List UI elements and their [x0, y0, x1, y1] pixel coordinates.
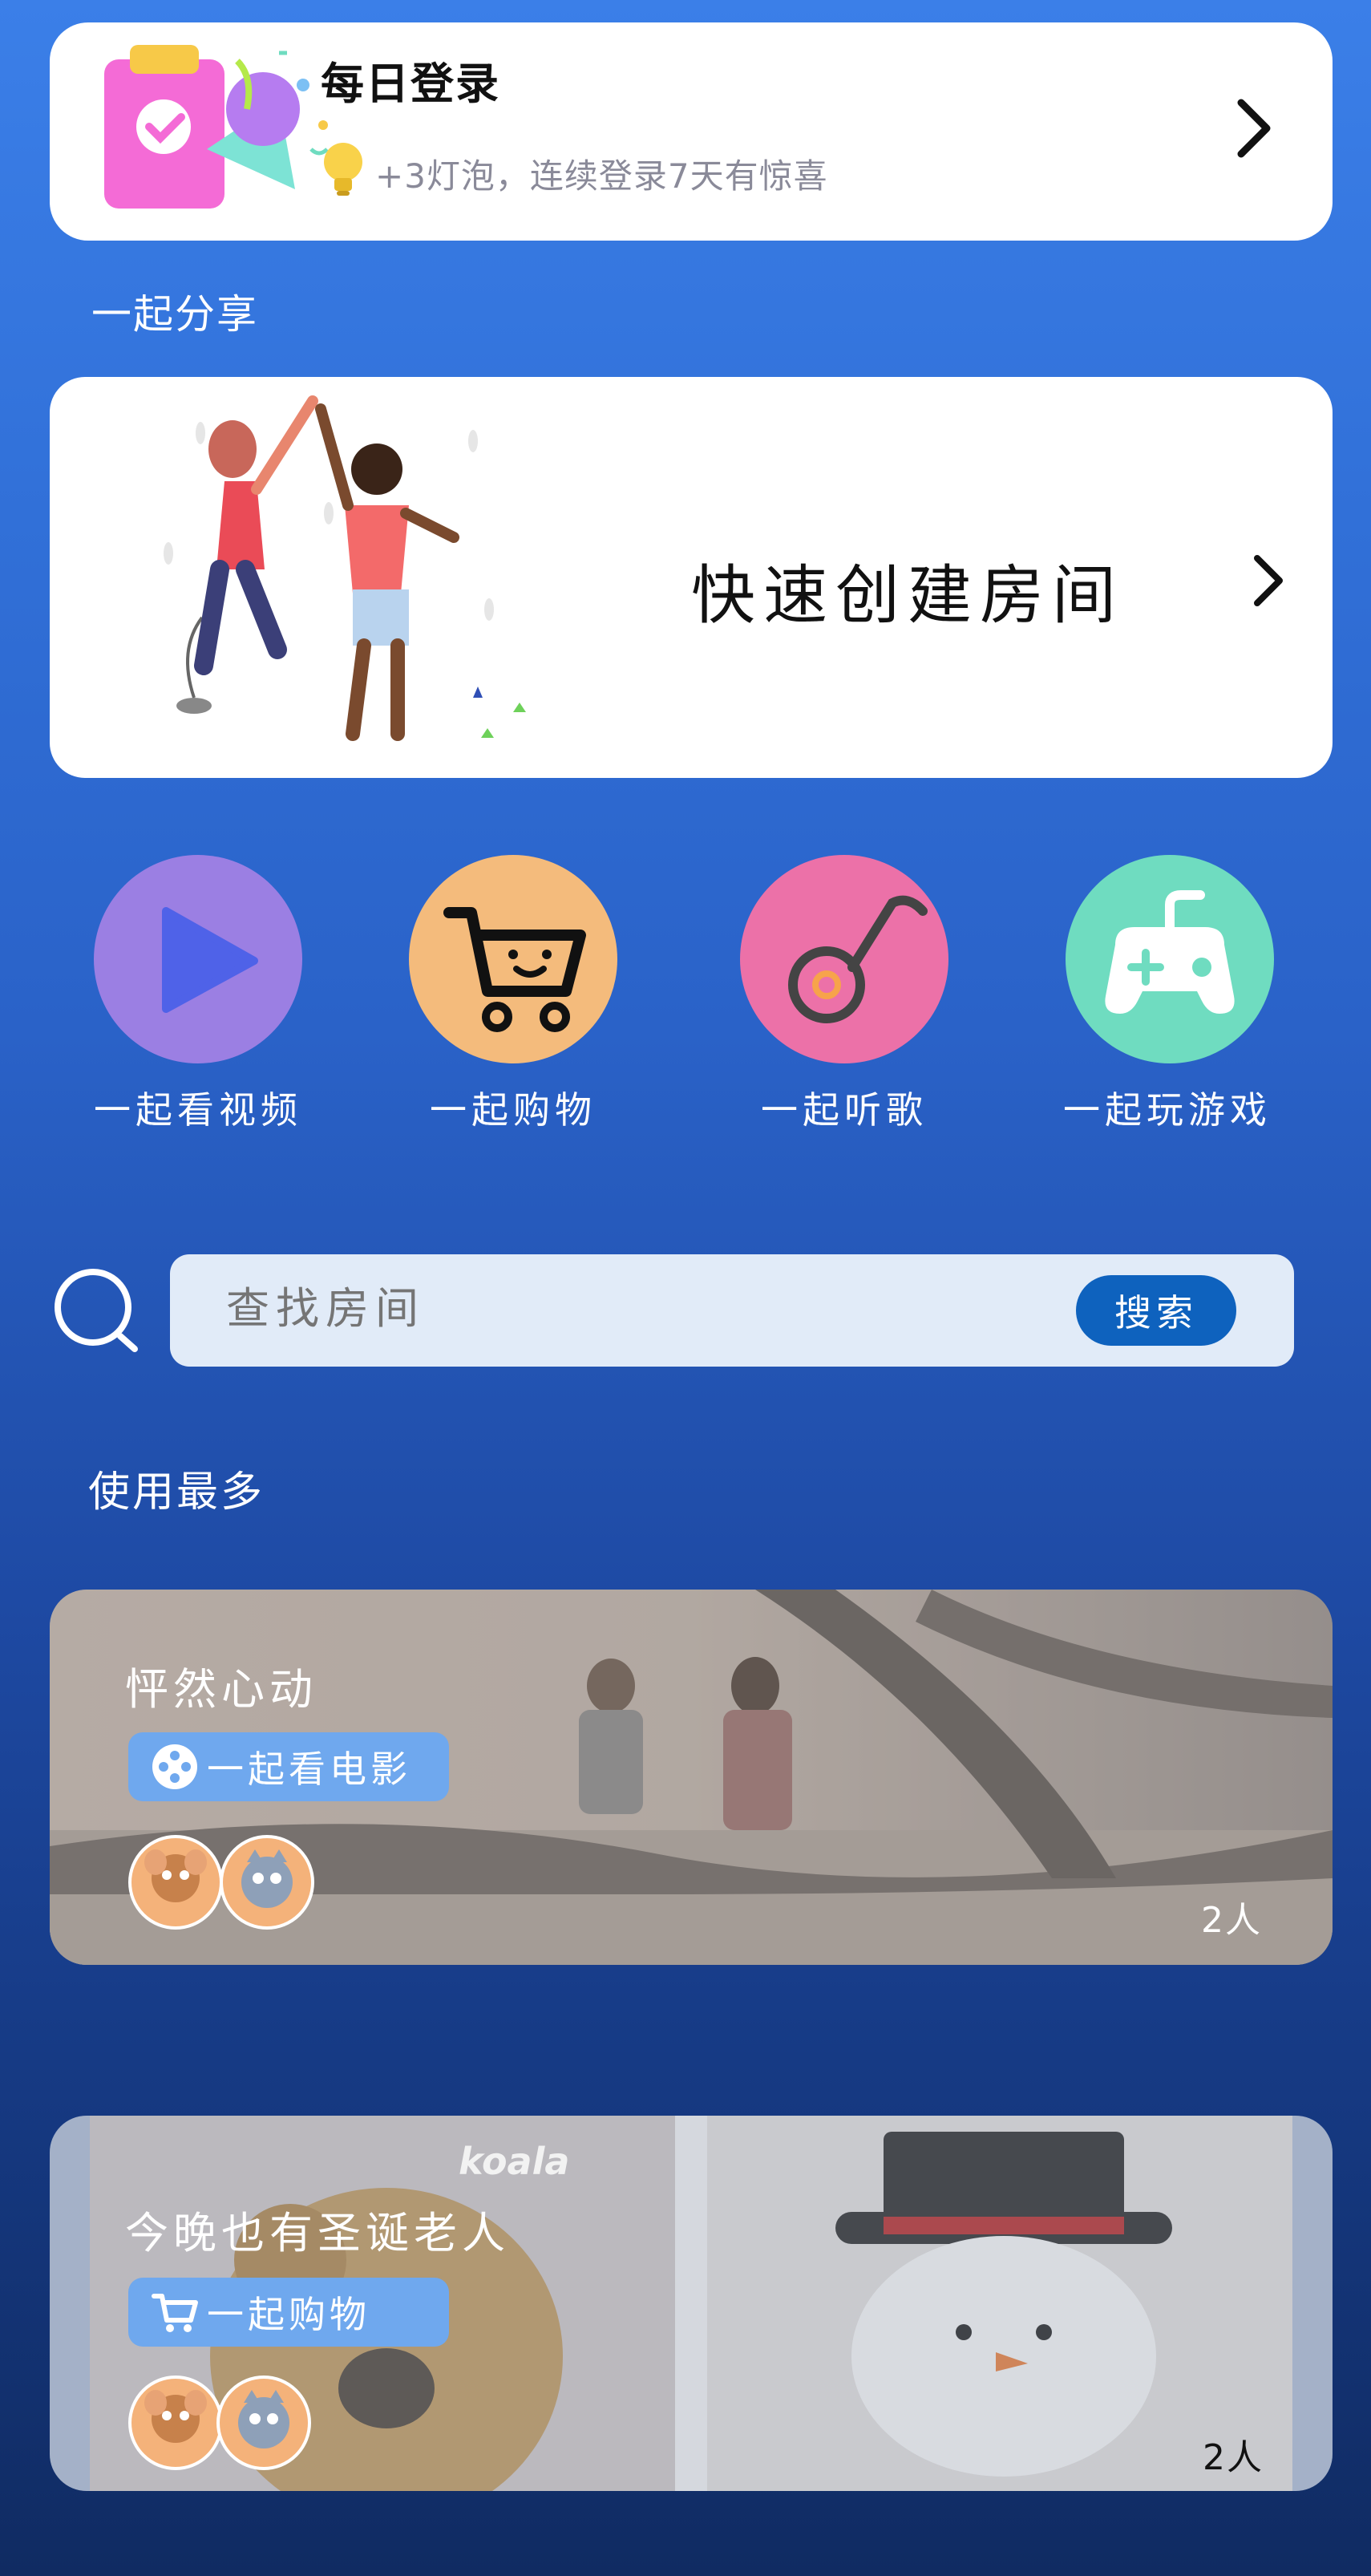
room-tag: 一起购物 — [128, 2278, 449, 2347]
room-tag: 一起看电影 — [128, 1732, 449, 1801]
chevron-right-icon[interactable] — [1251, 552, 1286, 610]
daily-login-subtitle: +3灯泡，连续登录7天有惊喜 — [375, 156, 828, 196]
watch-video-button[interactable] — [94, 855, 302, 1063]
member-count: 2人 — [1201, 1900, 1262, 1941]
shopping-cart-icon — [443, 907, 586, 1032]
film-reel-icon — [152, 1744, 197, 1789]
avatar — [220, 1835, 314, 1930]
room-title: 今晚也有圣诞老人 — [125, 2208, 510, 2258]
member-count: 2人 — [1203, 2437, 1264, 2478]
search-icon[interactable] — [51, 1266, 143, 1355]
listen-music-button[interactable] — [740, 855, 948, 1063]
avatar — [216, 2376, 311, 2470]
play-icon — [162, 907, 258, 1013]
play-games-button[interactable] — [1066, 855, 1274, 1063]
high-five-illustration — [164, 395, 526, 741]
most-used-section-title: 使用最多 — [88, 1468, 265, 1517]
feature-label: 一起购物 — [430, 1088, 597, 1132]
chevron-right-icon[interactable] — [1235, 96, 1275, 160]
koala-watermark: koala — [459, 2140, 570, 2183]
feature-label: 一起听歌 — [761, 1088, 928, 1132]
share-section-title: 一起分享 — [91, 291, 258, 338]
create-room-label[interactable]: 快速创建房间 — [691, 544, 1124, 637]
avatar — [128, 1835, 223, 1930]
room-tag-label: 一起看电影 — [207, 1748, 411, 1791]
gamepad-icon — [1105, 890, 1235, 1014]
feature-label: 一起玩游戏 — [1063, 1088, 1272, 1132]
search-button[interactable]: 搜索 — [1076, 1275, 1236, 1346]
avatar — [128, 2376, 223, 2470]
room-title: 怦然心动 — [125, 1664, 317, 1715]
shopping-together-button[interactable] — [409, 855, 617, 1063]
lightbulb-icon — [324, 143, 362, 196]
shopping-cart-icon — [152, 2294, 198, 2332]
calendar-gift-icon — [104, 45, 329, 209]
music-note-icon — [788, 895, 928, 1023]
room-tag-label: 一起购物 — [207, 2293, 370, 2336]
daily-login-title: 每日登录 — [321, 59, 500, 109]
search-input[interactable] — [226, 1283, 948, 1334]
feature-label: 一起看视频 — [94, 1088, 302, 1132]
